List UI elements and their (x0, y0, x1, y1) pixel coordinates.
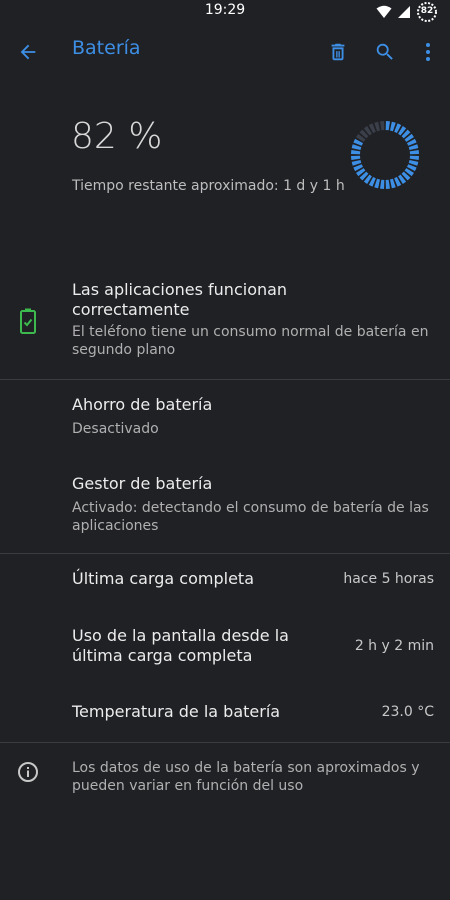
delete-icon (331, 43, 345, 61)
battery-saver-status: Desactivado (72, 421, 159, 437)
battery-ring-segment-filled (351, 155, 361, 160)
page-title: Batería (72, 37, 141, 59)
battery-ring-segment-filled (351, 160, 362, 166)
battery-ring-segment-filled (351, 144, 362, 150)
last-charge-row: Última carga completa hace 5 horas (0, 569, 450, 593)
info-icon (18, 762, 38, 782)
battery-ring-segment-filled (380, 179, 385, 189)
back-button[interactable] (12, 36, 44, 68)
back-arrow-icon (20, 44, 36, 60)
battery-saver-title: Ahorro de batería (72, 395, 213, 414)
last-charge-title: Última carga completa (72, 569, 254, 588)
signal-icon (398, 6, 410, 18)
battery-ok-icon (20, 308, 36, 334)
temperature-row: Temperatura de la batería 23.0 °C (0, 702, 450, 726)
battery-ring-segment-filled (351, 150, 361, 155)
battery-ring-segment-filled (385, 179, 390, 189)
screen-usage-value: 2 h y 2 min (354, 638, 434, 654)
temperature-title: Temperatura de la batería (72, 702, 281, 721)
app-bar: Batería (0, 24, 450, 80)
divider (0, 742, 450, 743)
search-icon (376, 43, 393, 60)
screen-usage-row: Uso de la pantalla desde la última carga… (0, 626, 450, 670)
search-button[interactable] (369, 36, 401, 68)
wifi-icon (376, 5, 392, 18)
apps-status-subtitle: El teléfono tiene un consumo normal de b… (72, 324, 429, 358)
battery-remaining-time: Tiempo restante aproximado: 1 d y 1 h (72, 178, 345, 194)
last-charge-value: hace 5 horas (343, 571, 434, 587)
battery-ring-segment-filled (374, 178, 380, 189)
status-battery-level: 82 (420, 6, 434, 16)
battery-level-ring (351, 121, 419, 189)
screen-usage-title: Uso de la pantalla desde la última carga… (72, 626, 289, 665)
usage-disclaimer: Los datos de uso de la batería son aprox… (72, 760, 420, 794)
battery-percent: 82 % (71, 116, 163, 157)
battery-ring-segment-empty (374, 121, 380, 132)
divider (0, 379, 450, 380)
battery-manager-row[interactable]: Gestor de batería Activado: detectando e… (0, 474, 450, 544)
battery-ring-segment-filled (409, 150, 419, 155)
battery-ring-segment-filled (390, 178, 396, 189)
battery-circle-icon: 82 (416, 1, 438, 23)
battery-ring-segment-filled (385, 121, 390, 131)
divider (0, 553, 450, 554)
battery-manager-status: Activado: detectando el consumo de bater… (72, 500, 429, 534)
battery-ring-segment-filled (390, 121, 396, 132)
apps-status-title: Las aplicaciones funcionan correctamente (72, 280, 288, 319)
status-bar: 19:29 82 (0, 0, 450, 24)
delete-button[interactable] (322, 36, 354, 68)
apps-status-row[interactable]: Las aplicaciones funcionan correctamente… (0, 280, 450, 370)
battery-ring-segment-filled (409, 155, 419, 160)
more-vert-icon (426, 43, 430, 61)
status-icons: 82 (376, 1, 438, 23)
battery-ring-segment-empty (380, 121, 385, 131)
battery-ring-segment-filled (408, 144, 419, 150)
temperature-value: 23.0 °C (381, 704, 434, 720)
battery-ring-segment-filled (408, 160, 419, 166)
more-options-button[interactable] (416, 36, 440, 68)
battery-saver-row[interactable]: Ahorro de batería Desactivado (0, 395, 450, 445)
battery-manager-title: Gestor de batería (72, 474, 213, 493)
